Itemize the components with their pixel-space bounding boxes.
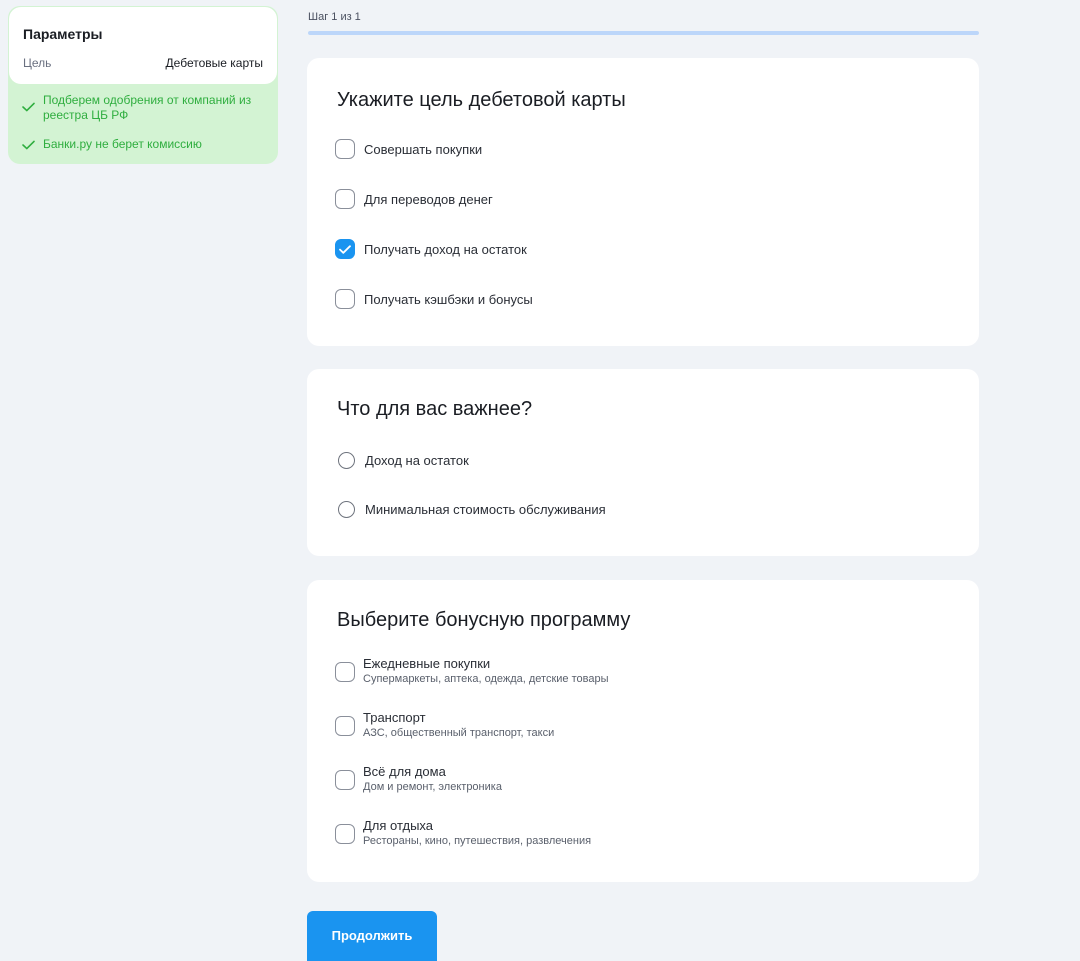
bonus-option-home[interactable]: Всё для дома Дом и ремонт, электроника [335,764,502,795]
priority-title: Что для вас важнее? [337,398,533,420]
progress-bar-fill [308,31,979,35]
purpose-card: Укажите цель дебетовой карты Совершать п… [307,58,979,346]
option-description: Рестораны, кино, путешествия, развлечени… [363,835,592,847]
check-icon [22,137,35,152]
option-label: Доход на остаток [365,453,469,468]
option-label: Получать доход на остаток [364,241,527,257]
priority-option-interest[interactable]: Доход на остаток [335,452,469,469]
option-label: Ежедневные покупки [363,656,491,671]
checkbox[interactable] [335,139,355,159]
benefit-text: Подберем одобрения от компаний из реестр… [43,93,252,122]
parameters-panel: Параметры Цель Дебетовые карты Подберем … [8,6,278,164]
priority-option-low-cost[interactable]: Минимальная стоимость обслуживания [335,501,606,518]
benefit-text: Банки.ру не берет комиссию [43,137,202,151]
priority-card: Что для вас важнее? Доход на остаток Мин… [307,369,979,556]
option-label: Минимальная стоимость обслуживания [365,502,606,517]
option-label: Получать кэшбэки и бонусы [364,291,533,307]
option-description: АЗС, общественный транспорт, такси [363,727,555,739]
purpose-option-cashback[interactable]: Получать кэшбэки и бонусы [335,289,533,309]
checkbox[interactable] [335,715,355,736]
option-label: Для переводов денег [364,191,493,207]
bonus-program-card: Выберите бонусную программу Ежедневные п… [307,580,979,882]
checkbox[interactable] [335,661,355,682]
benefit-item: Подберем одобрения от компаний из реестр… [22,93,263,123]
parameters-card: Параметры Цель Дебетовые карты [9,7,277,84]
param-goal-value: Дебетовые карты [165,56,263,70]
checkbox[interactable] [335,189,355,209]
purpose-title: Укажите цель дебетовой карты [337,89,626,111]
bonus-option-daily[interactable]: Ежедневные покупки Супермаркеты, аптека,… [335,656,608,687]
checkbox[interactable] [335,769,355,790]
purpose-option-interest[interactable]: Получать доход на остаток [335,239,527,259]
radio-button[interactable] [338,452,355,469]
checkbox[interactable] [335,289,355,309]
option-description: Супермаркеты, аптека, одежда, детские то… [363,673,609,685]
option-label: Транспорт [363,710,426,725]
progress-bar [308,31,979,35]
param-goal-label: Цель [23,56,52,70]
parameters-title: Параметры [23,26,103,42]
purpose-option-transfers[interactable]: Для переводов денег [335,189,493,209]
check-icon [339,244,351,254]
checkbox[interactable] [335,823,355,844]
check-icon [22,99,35,114]
option-label: Для отдыха [363,818,434,833]
benefit-item: Банки.ру не берет комиссию [22,137,263,152]
bonus-option-transport[interactable]: Транспорт АЗС, общественный транспорт, т… [335,710,554,741]
checkbox-checked[interactable] [335,239,355,259]
step-indicator: Шаг 1 из 1 [308,11,361,23]
purpose-option-shopping[interactable]: Совершать покупки [335,139,482,159]
option-label: Совершать покупки [364,141,483,157]
bonus-option-leisure[interactable]: Для отдыха Рестораны, кино, путешествия,… [335,818,591,849]
option-description: Дом и ремонт, электроника [363,781,502,793]
option-label: Всё для дома [363,764,446,779]
continue-button[interactable]: Продолжить [307,911,437,961]
radio-button[interactable] [338,501,355,518]
bonus-program-title: Выберите бонусную программу [337,609,631,631]
